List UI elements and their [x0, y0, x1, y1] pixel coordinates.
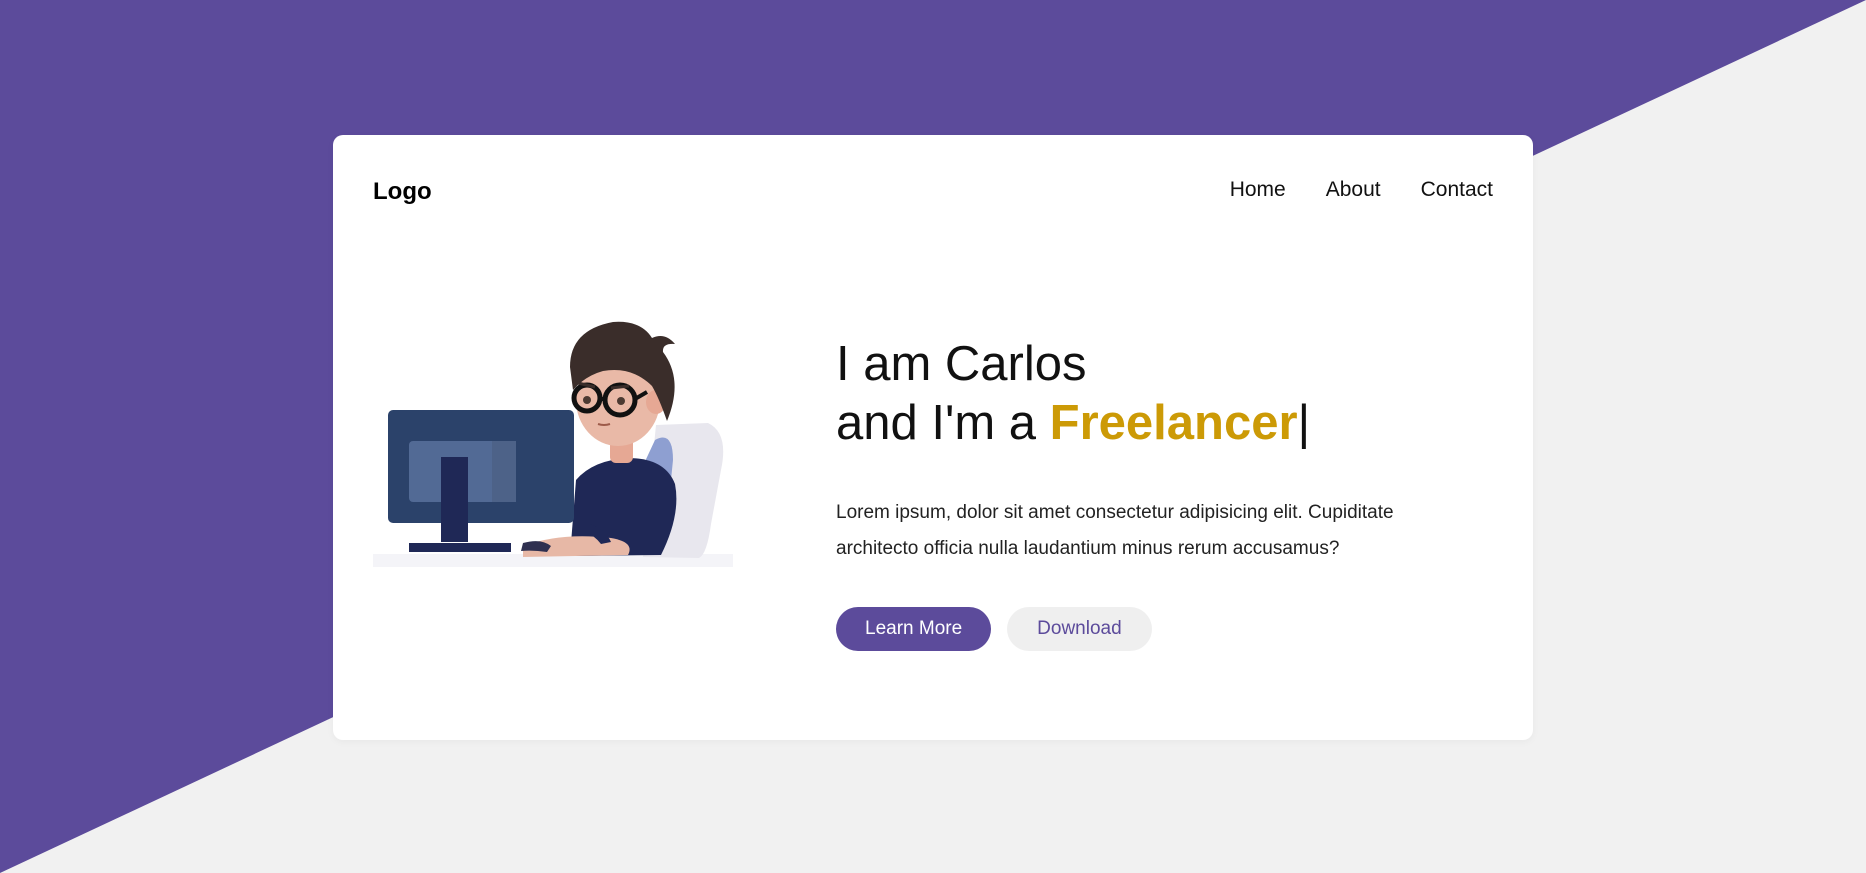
screen-shade [492, 441, 516, 502]
logo[interactable]: Logo [373, 178, 432, 206]
hero-content: I am Carlos and I'm a Freelancer| Lorem … [836, 335, 1476, 651]
download-button[interactable]: Download [1007, 607, 1152, 651]
person-at-computer-illustration [373, 321, 733, 567]
nav-link-contact[interactable]: Contact [1421, 178, 1493, 202]
headline-line-2-prefix: and I'm a [836, 396, 1050, 450]
mouth [597, 423, 611, 426]
headline-highlight: Freelancer [1049, 396, 1298, 450]
hero-headline: I am Carlos and I'm a Freelancer| [836, 335, 1476, 453]
hero-buttons: Learn More Download [836, 607, 1476, 651]
navbar: Logo Home About Contact [373, 175, 1493, 205]
eye-right [617, 397, 625, 405]
nav-link-about[interactable]: About [1326, 178, 1381, 202]
nav-link-home[interactable]: Home [1230, 178, 1286, 202]
headline-line-1: I am Carlos [836, 337, 1087, 391]
monitor-base [409, 543, 511, 552]
typing-cursor: | [1297, 396, 1311, 450]
nav-links: Home About Contact [1230, 178, 1493, 202]
hero-description: Lorem ipsum, dolor sit amet consectetur … [836, 502, 1394, 559]
hero-card: Logo Home About Contact I am Carlos and … [333, 135, 1533, 740]
learn-more-button[interactable]: Learn More [836, 607, 992, 651]
page: Logo Home About Contact I am Carlos and … [0, 0, 1866, 873]
eye-left [583, 396, 591, 404]
monitor-stand [441, 457, 468, 542]
